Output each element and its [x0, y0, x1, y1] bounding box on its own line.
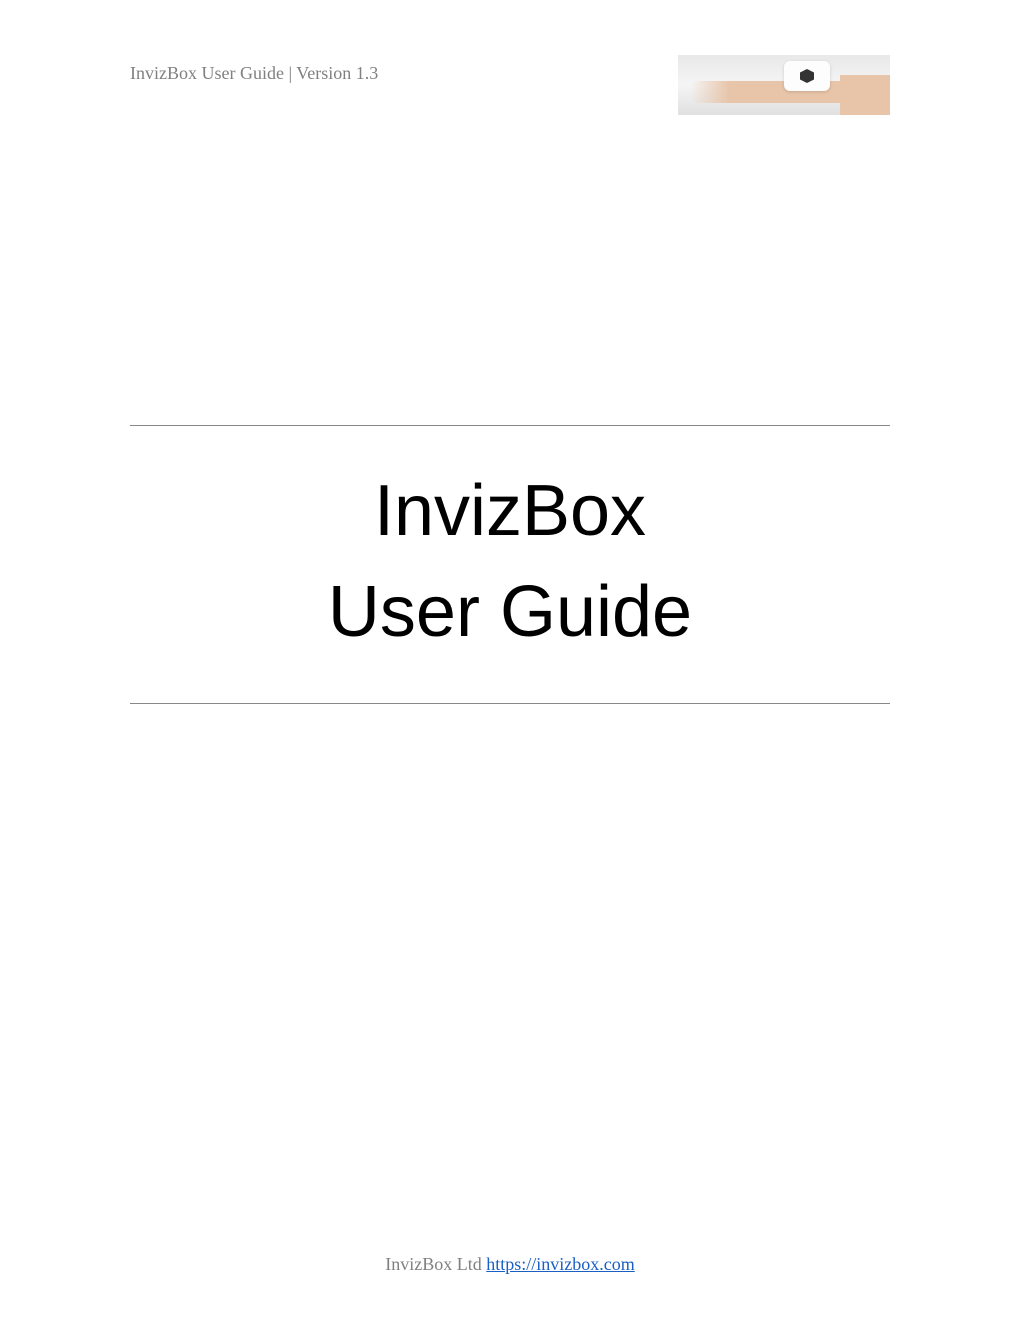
document-footer: InvizBox Ltd https://invizbox.com — [0, 1254, 1020, 1275]
document-header: InvizBox User Guide | Version 1.3 — [130, 55, 890, 115]
title-line-2: User Guide — [328, 572, 692, 652]
device-logo-icon — [800, 69, 814, 83]
footer-company-name: InvizBox Ltd — [385, 1254, 486, 1274]
header-product-image — [678, 55, 890, 115]
divider-top — [130, 425, 890, 426]
header-version-text: InvizBox User Guide | Version 1.3 — [130, 63, 378, 84]
footer-website-link[interactable]: https://invizbox.com — [486, 1254, 635, 1274]
document-title: InvizBox User Guide — [130, 461, 890, 663]
title-section: InvizBox User Guide — [130, 425, 890, 704]
device-illustration — [784, 61, 830, 91]
title-line-1: InvizBox — [374, 471, 646, 551]
divider-bottom — [130, 703, 890, 704]
